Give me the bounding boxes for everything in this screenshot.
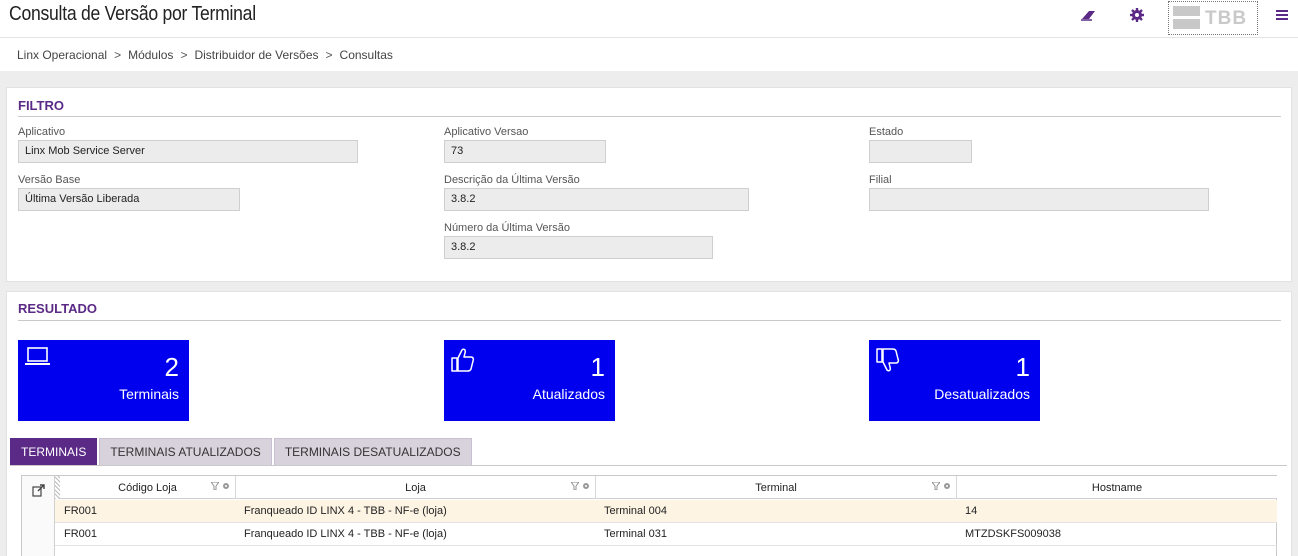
- filter-title: FILTRO: [18, 98, 64, 113]
- settings-gear-icon[interactable]: [222, 482, 230, 490]
- column-header-label: Hostname: [1091, 481, 1143, 494]
- versao-base-field[interactable]: Última Versão Liberada: [18, 188, 240, 211]
- column-header-label: Código Loja: [118, 481, 177, 494]
- result-divider: [18, 320, 1281, 321]
- numero-ultima-versao-field[interactable]: 3.8.2: [444, 236, 713, 259]
- aplicativo-versao-field[interactable]: 73: [444, 140, 606, 163]
- tab-terminais-atualizados[interactable]: TERMINAIS ATUALIZADOS: [99, 438, 272, 465]
- breadcrumb-separator: >: [180, 47, 188, 62]
- cell-loja: Franqueado ID LINX 4 - TBB - NF-e (loja): [244, 505, 447, 517]
- tab-terminais[interactable]: TERMINAIS: [10, 438, 98, 465]
- filter-icon[interactable]: [571, 482, 579, 490]
- terminais-tile[interactable]: 2 Terminais: [18, 340, 189, 421]
- tab-terminais-desatualizados[interactable]: TERMINAIS DESATUALIZADOS: [273, 438, 472, 465]
- filial-field[interactable]: [869, 188, 1209, 211]
- terminais-tile-label: Terminais: [119, 386, 179, 402]
- breadcrumb-item[interactable]: Linx Operacional: [17, 48, 107, 62]
- filter-icon[interactable]: [211, 482, 219, 490]
- column-header-label: Loja: [405, 481, 426, 494]
- descricao-ultima-versao-field[interactable]: 3.8.2: [444, 188, 749, 211]
- thumbs-up-icon: [450, 346, 476, 379]
- breadcrumb-separator: >: [114, 47, 122, 62]
- numero-ultima-versao-label: Número da Última Versão: [444, 222, 570, 234]
- logo-mark-icon: [1173, 6, 1200, 30]
- gear-icon[interactable]: [1127, 5, 1147, 25]
- aplicativo-label: Aplicativo: [18, 126, 66, 138]
- settings-gear-icon[interactable]: [582, 482, 590, 490]
- filial-label: Filial: [869, 174, 892, 186]
- filter-divider: [18, 116, 1281, 117]
- breadcrumb-item[interactable]: Distribuidor de Versões: [194, 48, 318, 62]
- company-logo: TBB: [1168, 1, 1258, 35]
- grid-side-column: [22, 476, 55, 556]
- cell-terminal: Terminal 031: [604, 528, 667, 540]
- breadcrumb-separator: >: [325, 47, 333, 62]
- breadcrumb: Linx Operacional > Módulos > Distribuido…: [0, 37, 1298, 71]
- logo-text: TBB: [1205, 8, 1248, 29]
- atualizados-tile-label: Atualizados: [532, 386, 605, 402]
- estado-label: Estado: [869, 126, 904, 138]
- cell-codigo-loja: FR001: [64, 505, 98, 517]
- cell-codigo-loja: FR001: [64, 528, 98, 540]
- cell-hostname: MTZDSKFS009038: [965, 528, 1061, 540]
- column-header-codigo-loja[interactable]: Código Loja: [60, 476, 236, 499]
- cell-hostname: 14: [965, 505, 978, 517]
- terminais-count: 2: [164, 352, 179, 382]
- result-title: RESULTADO: [18, 301, 97, 316]
- atualizados-tile[interactable]: 1 Atualizados: [444, 340, 615, 421]
- breadcrumb-item[interactable]: Módulos: [128, 48, 173, 62]
- thumbs-down-icon: [875, 346, 901, 379]
- column-header-loja[interactable]: Loja: [236, 476, 596, 499]
- desatualizados-count: 1: [1015, 352, 1030, 382]
- column-header-hostname[interactable]: Hostname: [957, 476, 1277, 499]
- result-tabs: TERMINAIS TERMINAIS ATUALIZADOS TERMINAI…: [10, 438, 474, 465]
- estado-field[interactable]: [869, 140, 972, 163]
- column-header-terminal[interactable]: Terminal: [596, 476, 957, 499]
- hamburger-menu-icon[interactable]: [1272, 5, 1292, 25]
- table-row[interactable]: FR001 Franqueado ID LINX 4 - TBB - NF-e …: [55, 523, 1277, 546]
- table-row[interactable]: FR001 Franqueado ID LINX 4 - TBB - NF-e …: [55, 500, 1277, 523]
- aplicativo-field[interactable]: Linx Mob Service Server: [18, 140, 358, 163]
- filter-panel: FILTRO Aplicativo Linx Mob Service Serve…: [6, 87, 1292, 282]
- grid-header: Código Loja Loja Terminal Hostname: [55, 476, 1277, 499]
- cell-terminal: Terminal 004: [604, 505, 667, 517]
- aplicativo-versao-label: Aplicativo Versao: [444, 126, 529, 138]
- export-icon[interactable]: [32, 484, 45, 502]
- laptop-icon: [24, 346, 52, 373]
- terminals-grid: Código Loja Loja Terminal Hostname FR001: [21, 475, 1277, 556]
- cell-loja: Franqueado ID LINX 4 - TBB - NF-e (loja): [244, 528, 447, 540]
- filter-icon[interactable]: [932, 482, 940, 490]
- breadcrumb-item[interactable]: Consultas: [340, 48, 393, 62]
- desatualizados-tile-label: Desatualizados: [934, 386, 1030, 402]
- settings-gear-icon[interactable]: [943, 482, 951, 490]
- top-bar: Consulta de Versão por Terminal TBB: [0, 0, 1298, 37]
- descricao-ultima-versao-label: Descrição da Última Versão: [444, 174, 580, 186]
- desatualizados-tile[interactable]: 1 Desatualizados: [869, 340, 1040, 421]
- column-header-label: Terminal: [755, 481, 797, 494]
- atualizados-count: 1: [590, 352, 605, 382]
- eraser-icon[interactable]: [1079, 5, 1099, 25]
- tabs-divider: [10, 465, 1287, 466]
- page-title: Consulta de Versão por Terminal: [9, 3, 256, 25]
- versao-base-label: Versão Base: [18, 174, 81, 186]
